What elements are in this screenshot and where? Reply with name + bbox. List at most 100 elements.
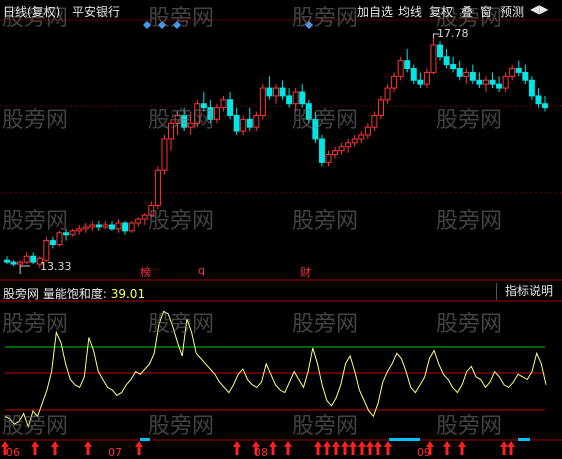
chart-title: 日线(复权) 平安银行 xyxy=(3,3,120,20)
buy-arrow-icon xyxy=(507,441,515,455)
arrow-shaft xyxy=(343,447,347,455)
watermark-text: 股旁网 xyxy=(436,312,503,337)
window-button[interactable]: 窗 xyxy=(480,3,492,20)
event-rank-label[interactable]: 榜 xyxy=(140,264,151,280)
candle-body xyxy=(259,87,266,116)
candle-body xyxy=(469,71,476,81)
buy-arrow-icon xyxy=(332,441,340,455)
arrow-head xyxy=(458,441,466,447)
candle-body xyxy=(30,255,37,263)
arrow-head xyxy=(443,441,451,447)
arrow-shaft xyxy=(502,447,506,455)
candle-body xyxy=(240,118,247,132)
candle-body xyxy=(410,68,417,81)
event-finance-label[interactable]: 财 xyxy=(300,264,311,280)
candle-body xyxy=(417,79,424,85)
candle-body xyxy=(108,224,115,230)
arrow-head xyxy=(384,441,392,447)
buy-arrow-icon xyxy=(314,441,322,455)
date-label: 06 xyxy=(6,446,20,459)
candle-body xyxy=(154,169,161,206)
candle-body xyxy=(482,79,489,85)
candle-body xyxy=(358,134,365,140)
candle-body xyxy=(496,83,503,89)
candle-body xyxy=(318,138,325,163)
arrow-shaft xyxy=(286,447,290,455)
buy-arrow-icon xyxy=(366,441,374,455)
candle-body xyxy=(476,79,483,85)
watermark-text: 股旁网 xyxy=(2,312,69,337)
forecast-button[interactable]: 预测 xyxy=(500,3,524,20)
overlay-button[interactable]: 叠 xyxy=(461,3,473,20)
arrow-shaft xyxy=(334,447,338,455)
watermark-text: 股旁网 xyxy=(292,414,359,439)
candle-body xyxy=(43,240,50,261)
indicator-header: 股旁网 量能饱和度: 39.01 xyxy=(3,285,145,302)
arrow-head xyxy=(233,441,241,447)
watermark-text: 股旁网 xyxy=(2,209,69,234)
date-label: 08 xyxy=(254,446,268,459)
candle-body xyxy=(49,240,56,246)
top-toolbar: 日线(复权) 平安银行 加自选 均线 复权叠窗预测 ◀▶ xyxy=(0,0,562,20)
ma-button[interactable]: 均线 xyxy=(398,3,422,20)
arrow-shaft xyxy=(33,447,37,455)
arrow-head xyxy=(51,441,59,447)
watermark-text: 股旁网 xyxy=(2,414,69,439)
buy-arrow-icon xyxy=(51,441,59,455)
candle-body xyxy=(397,60,404,77)
candle-body xyxy=(76,228,83,232)
candle-body xyxy=(89,224,96,228)
candle-body xyxy=(246,118,253,128)
candle-body xyxy=(391,75,398,89)
candle-body xyxy=(227,99,234,116)
price-annotations xyxy=(19,33,440,274)
arrow-shaft xyxy=(235,447,239,455)
buy-arrow-icon xyxy=(341,441,349,455)
watermark-text: 股旁网 xyxy=(292,209,359,234)
arrow-shaft xyxy=(86,447,90,455)
indicator-explain-button[interactable]: 指标说明 xyxy=(496,283,561,300)
arrow-head xyxy=(500,441,508,447)
add-watchlist-button[interactable]: 加自选 xyxy=(357,3,393,20)
arrow-head xyxy=(366,441,374,447)
candle-body xyxy=(69,230,76,236)
low-pointer xyxy=(19,265,31,274)
candle-body xyxy=(515,68,522,73)
candle-body xyxy=(135,218,142,224)
indicator-value: 39.01 xyxy=(110,287,146,301)
buy-arrow-icon xyxy=(269,441,277,455)
candle-body xyxy=(220,99,227,109)
adjust-button[interactable]: 复权 xyxy=(429,3,453,20)
arrow-shaft xyxy=(368,447,372,455)
watermark-text: 股旁网 xyxy=(436,108,503,133)
candle-body xyxy=(266,87,273,97)
candle-body xyxy=(332,150,339,156)
nav-arrows-icon[interactable]: ◀▶ xyxy=(530,2,548,16)
candle-body xyxy=(23,255,30,263)
arrow-shaft xyxy=(53,447,57,455)
buy-arrow-icon xyxy=(443,441,451,455)
arrow-shaft xyxy=(316,447,320,455)
arrow-shaft xyxy=(351,447,355,455)
candle-body xyxy=(535,95,542,105)
candle-body xyxy=(4,259,10,263)
candle-body xyxy=(377,99,384,116)
arrow-head xyxy=(341,441,349,447)
candle-body xyxy=(371,114,378,128)
candle-body xyxy=(345,142,352,148)
buy-arrow-icon xyxy=(135,441,143,455)
date-label: 09 xyxy=(417,446,431,459)
arrow-head xyxy=(507,441,515,447)
candle-body xyxy=(450,64,457,70)
arrow-shaft xyxy=(360,447,364,455)
period-label[interactable]: 日线(复权) xyxy=(3,5,60,19)
arrow-shaft xyxy=(386,447,390,455)
candle-body xyxy=(430,44,437,73)
indicator-name: 量能饱和度: xyxy=(42,287,107,301)
candle-body xyxy=(443,56,450,66)
candle-body xyxy=(528,79,535,97)
candle-body xyxy=(253,114,260,128)
arrow-shaft xyxy=(271,447,275,455)
event-q-label[interactable]: q xyxy=(198,264,205,277)
stock-name: 平安银行 xyxy=(72,5,121,19)
